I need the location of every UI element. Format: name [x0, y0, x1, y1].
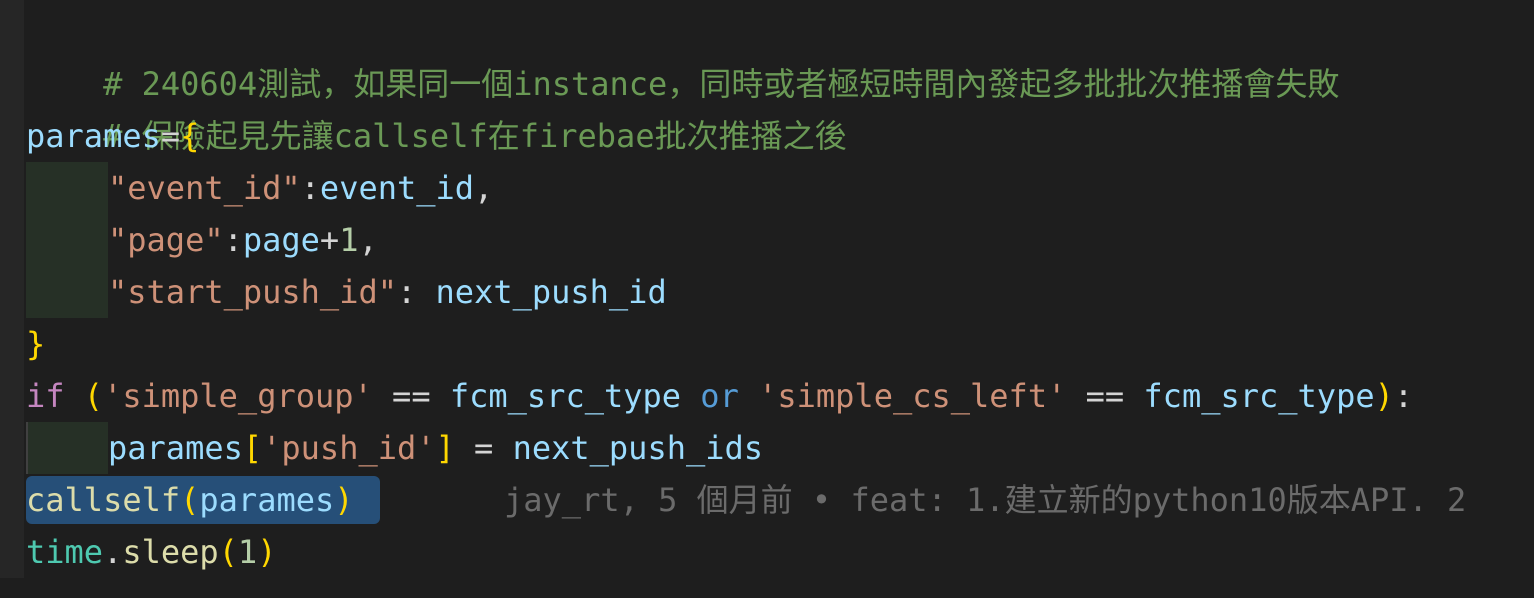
code-line-1[interactable]: # 240604測試，如果同一個instance，同時或者極短時間內發起多批批次…: [26, 6, 1339, 103]
variable-token: fcm_src_type: [449, 377, 682, 415]
string-token: "start_push_id": [108, 273, 397, 311]
code-line-10[interactable]: callself(parames): [26, 474, 354, 526]
number-token: 1: [339, 221, 359, 259]
code-editor[interactable]: # 240604測試，如果同一個instance，同時或者極短時間內發起多批批次…: [0, 0, 1534, 598]
variable-token: page: [242, 221, 320, 259]
number-token: 1: [237, 533, 258, 571]
colon-token: :: [1393, 377, 1414, 415]
keyword-if: if: [26, 377, 65, 415]
operator-token: =: [474, 429, 494, 467]
paren-token: (: [180, 481, 200, 519]
colon-token: :: [396, 273, 436, 311]
comment-text: # 保險起見先讓callself在firebae批次推播之後: [103, 117, 847, 155]
indent-line-if: [26, 422, 28, 474]
variable-token: fcm_src_type: [1143, 377, 1375, 415]
code-line-7[interactable]: }: [26, 318, 45, 370]
gutter: [0, 0, 24, 578]
paren-token: (: [218, 533, 238, 571]
variable-token: parames: [199, 481, 335, 519]
variable-token: next_push_ids: [512, 429, 764, 467]
code-line-2[interactable]: # 保險起見先讓callself在firebae批次推播之後: [26, 58, 847, 155]
indent-guide-if: [26, 422, 108, 474]
code-line-11[interactable]: time.sleep(1): [26, 526, 276, 578]
bracket-token: [: [242, 429, 263, 467]
paren-token: ): [1374, 377, 1394, 415]
function-token: callself: [26, 481, 181, 519]
code-line-6[interactable]: "start_push_id": next_push_id: [108, 266, 667, 318]
module-token: time: [26, 533, 104, 571]
plus-token: +: [319, 221, 340, 259]
string-token: 'simple_group': [103, 377, 373, 415]
operator-token: ==: [392, 377, 431, 415]
keyword-or: or: [700, 377, 739, 415]
string-token: "event_id": [108, 169, 301, 207]
paren-token: ): [257, 533, 277, 571]
colon-token: :: [300, 169, 320, 207]
bracket-token: ]: [435, 429, 455, 467]
variable-token: next_push_id: [435, 273, 667, 311]
code-line-4[interactable]: "event_id":event_id,: [108, 162, 493, 214]
code-line-9[interactable]: parames['push_id'] = next_push_ids: [108, 422, 763, 474]
string-token: 'simple_cs_left': [758, 377, 1067, 415]
colon-token: :: [223, 221, 243, 259]
string-token: 'push_id': [262, 429, 436, 467]
variable-token: event_id: [319, 169, 475, 207]
comma-token: ,: [358, 221, 378, 259]
brace-token: }: [26, 325, 46, 363]
function-token: sleep: [122, 533, 219, 571]
code-line-5[interactable]: "page":page+1,: [108, 214, 378, 266]
string-token: "page": [108, 221, 224, 259]
operator-token: ==: [1085, 377, 1125, 415]
code-line-8[interactable]: if ('simple_group' == fcm_src_type or 's…: [26, 370, 1413, 422]
blame-text: jay_rt, 5 個月前 • feat: 1.建立新的python10版本AP…: [504, 481, 1467, 519]
paren-token: (: [83, 377, 104, 415]
dot-token: .: [103, 533, 123, 571]
git-blame-annotation[interactable]: jay_rt, 5 個月前 • feat: 1.建立新的python10版本AP…: [504, 474, 1466, 526]
code-line-3[interactable]: parames={: [26, 110, 199, 162]
operator-token: =: [160, 117, 181, 155]
comma-token: ,: [474, 169, 494, 207]
brace-token: {: [180, 117, 200, 155]
paren-token: ): [334, 481, 354, 519]
variable-token: parames: [108, 429, 243, 467]
variable-token: parames: [26, 117, 161, 155]
